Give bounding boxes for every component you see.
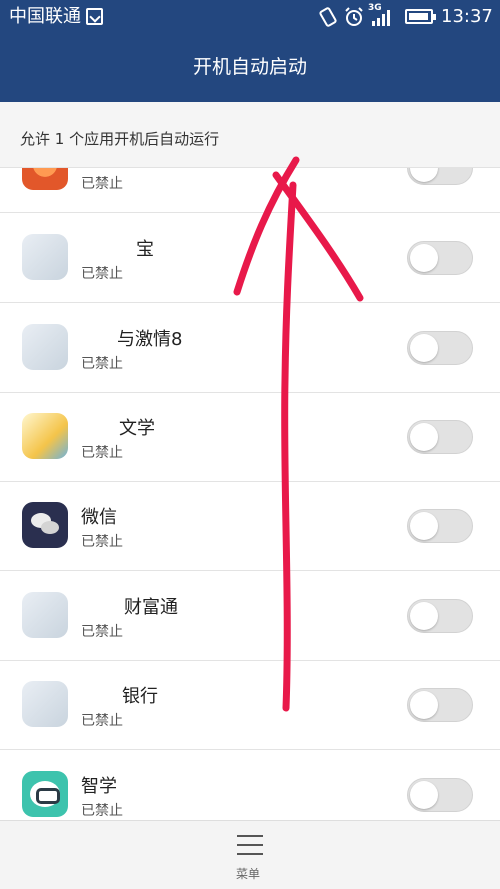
app-icon — [22, 592, 68, 638]
app-name: 宝 — [136, 239, 154, 260]
carrier-name: 中国联通 — [9, 6, 81, 27]
menu-icon[interactable] — [237, 835, 263, 855]
wechat-icon — [22, 502, 68, 548]
autostart-toggle[interactable] — [407, 241, 473, 275]
app-status: 已禁止 — [81, 356, 123, 372]
toggle-knob — [410, 168, 438, 182]
app-status: 已禁止 — [81, 624, 123, 640]
toggle-knob — [410, 423, 438, 451]
toggle-knob — [410, 512, 438, 540]
autostart-toggle[interactable] — [407, 331, 473, 365]
info-banner: 允许 1 个应用开机后自动运行 — [0, 102, 500, 168]
list-item: 财富通 已禁止 — [0, 571, 500, 661]
app-header: 中国联通 3G 13:37 开机自动启动 — [0, 0, 500, 102]
app-icon — [22, 234, 68, 280]
app-status: 已禁止 — [81, 266, 123, 282]
app-list[interactable]: 已禁止 宝 已禁止 与激情8 已禁止 文学 已禁止 微信 已禁止 财富通 已禁止… — [0, 168, 500, 820]
app-name: 财富通 — [124, 597, 178, 618]
app-icon — [22, 771, 68, 817]
alarm-icon — [345, 7, 363, 26]
list-item: 已禁止 — [0, 168, 500, 213]
app-status: 已禁止 — [81, 176, 123, 192]
app-icon — [22, 324, 68, 370]
app-name: 智学 — [81, 776, 117, 797]
app-icon — [22, 413, 68, 459]
toggle-knob — [410, 691, 438, 719]
toggle-knob — [410, 781, 438, 809]
bottom-bar: 菜单 — [0, 820, 500, 889]
list-item: 智学 已禁止 — [0, 750, 500, 820]
list-item: 微信 已禁止 — [0, 481, 500, 571]
app-name: 与激情8 — [117, 329, 183, 350]
signal-icon — [372, 10, 390, 26]
image-notification-icon — [86, 8, 103, 25]
toggle-knob — [410, 334, 438, 362]
app-name: 银行 — [122, 686, 158, 707]
battery-icon — [405, 9, 436, 24]
app-status: 已禁止 — [81, 445, 123, 461]
list-item: 文学 已禁止 — [0, 392, 500, 482]
info-text: 允许 1 个应用开机后自动运行 — [20, 130, 220, 148]
autostart-toggle[interactable] — [407, 599, 473, 633]
app-status: 已禁止 — [81, 534, 123, 550]
app-name: 文学 — [119, 418, 155, 439]
autostart-toggle[interactable] — [407, 509, 473, 543]
status-time: 13:37 — [441, 6, 493, 27]
rotation-lock-icon — [319, 7, 337, 27]
app-status: 已禁止 — [81, 803, 123, 819]
toggle-knob — [410, 244, 438, 272]
autostart-toggle[interactable] — [407, 168, 473, 185]
autostart-toggle[interactable] — [407, 688, 473, 722]
app-name: 微信 — [81, 507, 117, 528]
list-item: 银行 已禁止 — [0, 660, 500, 750]
autostart-toggle[interactable] — [407, 420, 473, 454]
page-title: 开机自动启动 — [192, 56, 307, 78]
app-icon — [22, 681, 68, 727]
list-item: 宝 已禁止 — [0, 213, 500, 303]
toggle-knob — [410, 602, 438, 630]
status-bar: 中国联通 3G 13:37 — [0, 0, 500, 36]
autostart-toggle[interactable] — [407, 778, 473, 812]
menu-label[interactable]: 菜单 — [236, 865, 260, 882]
app-icon — [22, 168, 68, 190]
app-status: 已禁止 — [81, 713, 123, 729]
list-item: 与激情8 已禁止 — [0, 303, 500, 393]
